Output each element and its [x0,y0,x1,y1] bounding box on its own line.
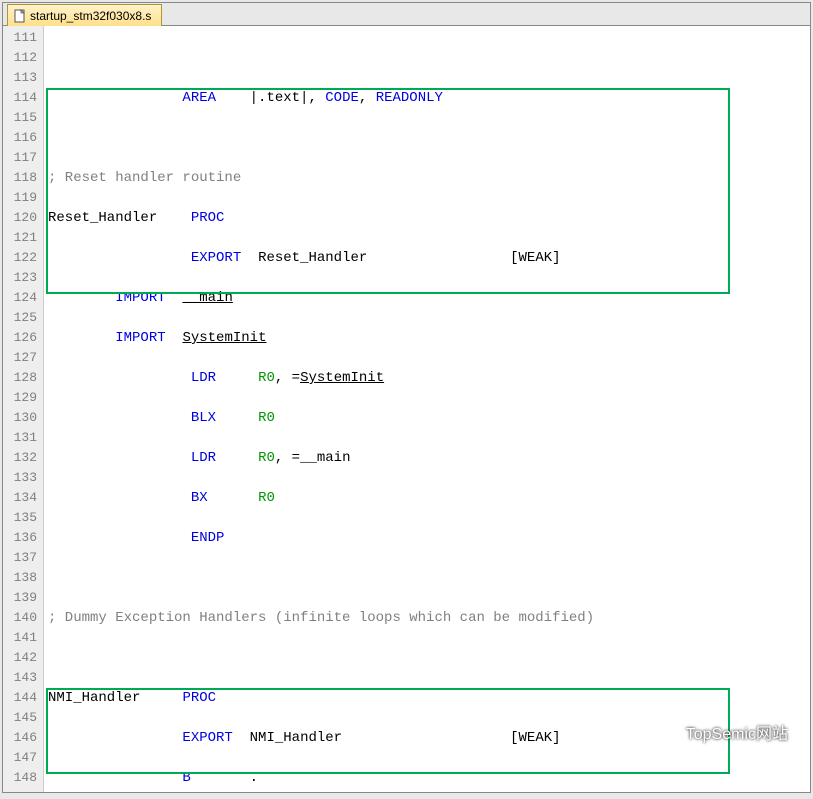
line-number: 117 [3,148,43,168]
line-number: 140 [3,608,43,628]
line-number: 122 [3,248,43,268]
line-number: 147 [3,748,43,768]
line-number: 142 [3,648,43,668]
document-icon [14,9,26,23]
line-number: 144 [3,688,43,708]
line-number: 138 [3,568,43,588]
tab-filename: startup_stm32f030x8.s [30,9,151,23]
line-number: 127 [3,348,43,368]
line-number: 137 [3,548,43,568]
line-number-gutter: 1111121131141151161171181191201211221231… [3,26,44,792]
line-number: 135 [3,508,43,528]
line-number: 129 [3,388,43,408]
line-number: 132 [3,448,43,468]
line-number: 115 [3,108,43,128]
line-number: 119 [3,188,43,208]
line-number: 130 [3,408,43,428]
line-number: 113 [3,68,43,88]
line-number: 146 [3,728,43,748]
editor-window: startup_stm32f030x8.s 111112113114115116… [2,2,811,793]
line-number: 124 [3,288,43,308]
line-number: 125 [3,308,43,328]
code-area[interactable]: AREA |.text|, CODE, READONLY ; Reset han… [44,26,810,792]
line-number: 136 [3,528,43,548]
line-number: 143 [3,668,43,688]
line-number: 133 [3,468,43,488]
line-number: 139 [3,588,43,608]
line-number: 118 [3,168,43,188]
line-number: 111 [3,28,43,48]
line-number: 112 [3,48,43,68]
line-number: 114 [3,88,43,108]
line-number: 145 [3,708,43,728]
line-number: 148 [3,768,43,788]
file-tab[interactable]: startup_stm32f030x8.s [7,4,162,26]
line-number: 128 [3,368,43,388]
tab-bar: startup_stm32f030x8.s [3,3,810,26]
editor-area: 1111121131141151161171181191201211221231… [3,26,810,792]
line-number: 123 [3,268,43,288]
line-number: 121 [3,228,43,248]
line-number: 134 [3,488,43,508]
line-number: 126 [3,328,43,348]
line-number: 131 [3,428,43,448]
line-number: 120 [3,208,43,228]
line-number: 116 [3,128,43,148]
line-number: 141 [3,628,43,648]
